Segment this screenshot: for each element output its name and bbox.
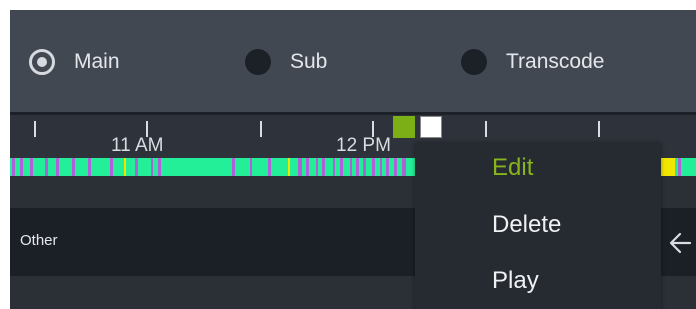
motion-segment	[151, 158, 153, 176]
stream-option-label: Sub	[290, 50, 328, 73]
motion-segment	[350, 158, 352, 176]
timeline-time-label: 12 PM	[336, 135, 391, 156]
motion-segment	[322, 158, 325, 176]
context-menu: Edit Delete Play	[415, 143, 661, 309]
motion-segment	[56, 158, 59, 176]
motion-segment	[363, 158, 366, 176]
motion-segment	[386, 158, 389, 176]
clip-end-marker[interactable]	[420, 116, 442, 138]
channel-label: Other	[20, 232, 58, 249]
timeline-tick	[260, 121, 262, 137]
stream-type-bar: Main Sub Transcode	[10, 10, 696, 112]
stream-option-sub[interactable]: Sub	[245, 47, 327, 77]
motion-segment	[30, 158, 33, 176]
playback-panel: Main Sub Transcode 11 AM 12 PM Other Edi…	[10, 10, 696, 309]
motion-segment	[12, 158, 15, 176]
motion-segment	[72, 158, 75, 176]
radio-unselected-icon	[245, 49, 271, 75]
motion-segment	[340, 158, 343, 176]
motion-segment	[158, 158, 161, 176]
timeline-tick	[485, 121, 487, 137]
motion-segment	[268, 158, 271, 176]
clip-start-marker[interactable]	[393, 116, 415, 138]
alarm-segment	[124, 158, 126, 176]
timeline-tick	[34, 121, 36, 137]
stream-option-transcode[interactable]: Transcode	[461, 47, 604, 77]
stream-option-label: Main	[74, 50, 120, 73]
motion-segment	[316, 158, 318, 176]
timeline-tick	[598, 121, 600, 137]
motion-segment	[110, 158, 113, 176]
menu-item-delete[interactable]: Delete	[492, 209, 561, 241]
motion-segment	[402, 158, 406, 176]
motion-segment	[306, 158, 309, 176]
timeline-time-label: 11 AM	[111, 135, 164, 156]
motion-segment	[135, 158, 138, 176]
motion-segment	[298, 158, 302, 176]
radio-selected-icon	[29, 49, 55, 75]
stream-option-label: Transcode	[506, 50, 605, 73]
motion-segment	[678, 158, 681, 176]
motion-segment	[394, 158, 397, 176]
motion-segment	[372, 158, 375, 176]
alarm-segment	[661, 158, 675, 176]
motion-segment	[250, 158, 252, 176]
menu-item-play[interactable]: Play	[492, 265, 539, 297]
motion-segment	[45, 158, 48, 176]
motion-segment	[20, 158, 23, 176]
arrow-left-icon[interactable]	[666, 228, 696, 258]
motion-segment	[232, 158, 235, 176]
motion-segment	[88, 158, 91, 176]
menu-item-edit[interactable]: Edit	[492, 152, 533, 184]
stream-option-main[interactable]: Main	[29, 47, 120, 77]
motion-segment	[333, 158, 335, 176]
alarm-segment	[288, 158, 290, 176]
radio-unselected-icon	[461, 49, 487, 75]
motion-segment	[380, 158, 382, 176]
motion-segment	[356, 158, 359, 176]
